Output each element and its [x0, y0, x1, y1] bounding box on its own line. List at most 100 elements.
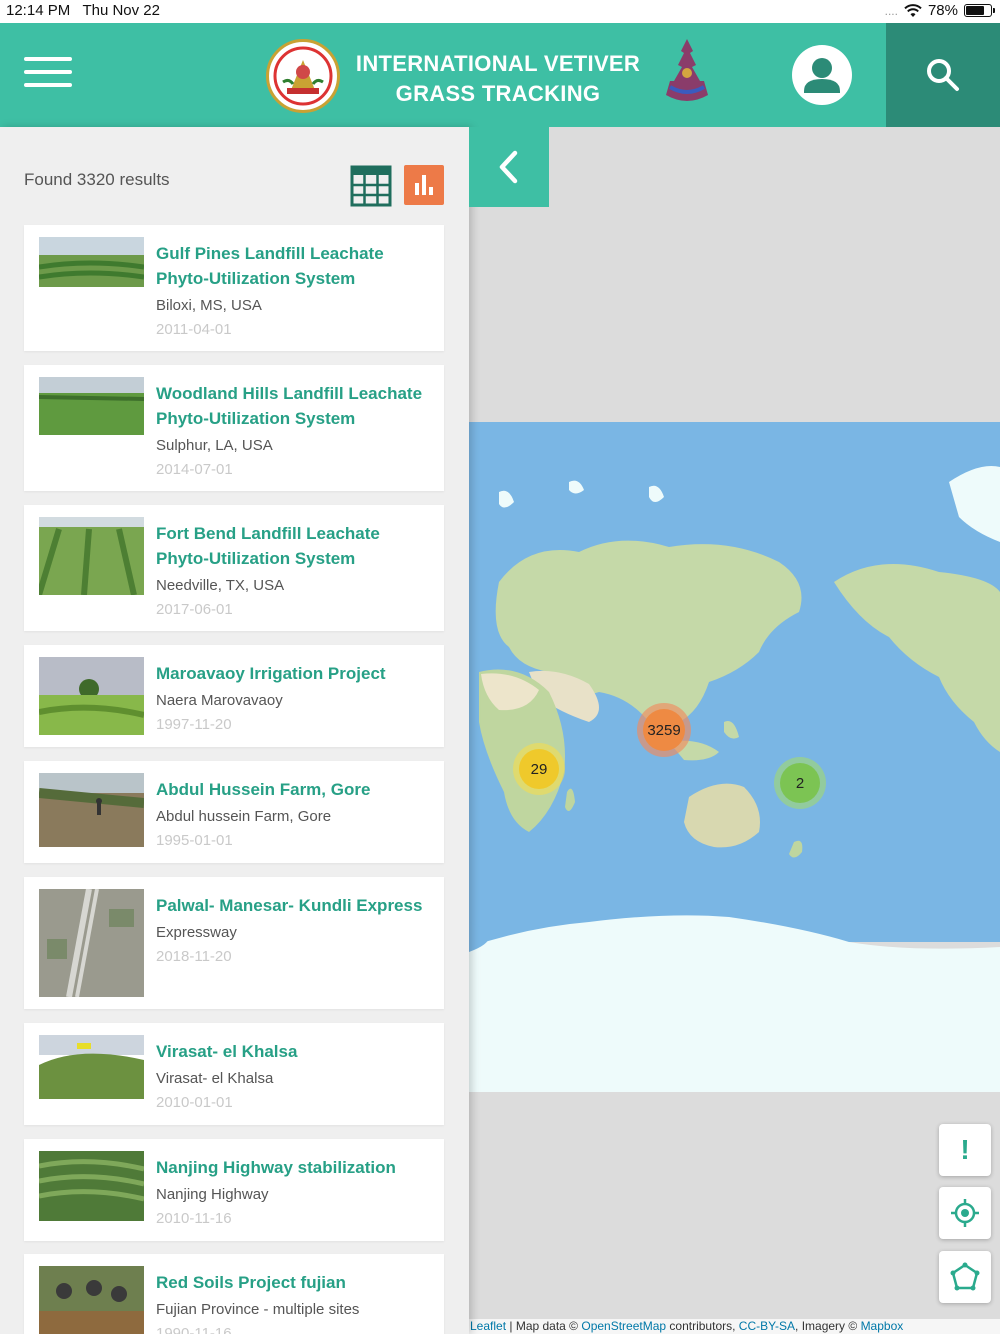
result-title: Fort Bend Landfill Leachate Phyto-Utiliz…: [156, 521, 436, 621]
result-title-text: Nanjing Highway stabilization: [156, 1158, 396, 1177]
result-card[interactable]: Gulf Pines Landfill Leachate Phyto-Utili…: [24, 225, 444, 351]
royal-emblem-logo-icon: [266, 39, 340, 113]
result-title: Palwal- Manesar- Kundli Express Expressw…: [156, 893, 436, 968]
search-button[interactable]: [886, 23, 1000, 127]
status-date: Thu Nov 22: [82, 2, 160, 19]
polygon-draw-icon: [950, 1262, 980, 1291]
result-title-text: Fort Bend Landfill Leachate Phyto-Utiliz…: [156, 524, 380, 568]
collapse-panel-button[interactable]: [469, 127, 549, 207]
exclamation-icon: !: [960, 1134, 970, 1165]
result-card[interactable]: Red Soils Project fujian Fujian Province…: [24, 1254, 444, 1334]
world-map[interactable]: 3259 29 2 ! Leaflet | Map data © OpenStr…: [469, 127, 1000, 1334]
result-title: Abdul Hussein Farm, Gore Abdul hussein F…: [156, 777, 436, 852]
result-title-text: Palwal- Manesar- Kundli Express: [156, 896, 423, 915]
result-title-text: Woodland Hills Landfill Leachate Phyto-U…: [156, 384, 423, 428]
result-date: 2017-06-01: [156, 601, 233, 618]
app-title: INTERNATIONAL VETIVER GRASS TRACKING: [350, 49, 646, 109]
user-icon: [804, 58, 840, 93]
result-title-text: Abdul Hussein Farm, Gore: [156, 780, 371, 799]
search-icon: [927, 59, 959, 91]
user-profile-button[interactable]: [792, 45, 852, 105]
result-location: Virasat- el Khalsa: [156, 1070, 274, 1087]
result-location: Nanjing Highway: [156, 1186, 269, 1203]
attribution-text: , Imagery ©: [795, 1319, 861, 1333]
battery-icon: [964, 4, 995, 17]
battery-percent: 78%: [927, 2, 958, 19]
result-location: Sulphur, LA, USA: [156, 437, 273, 454]
attribution-text: | Map data ©: [506, 1319, 582, 1333]
site-thumbnail: [39, 889, 144, 997]
site-thumbnail: [39, 377, 144, 435]
openstreetmap-link[interactable]: OpenStreetMap: [581, 1319, 666, 1333]
map-cluster-3259[interactable]: 3259: [637, 703, 691, 757]
bar-chart-icon: [415, 175, 433, 195]
result-location: Needville, TX, USA: [156, 577, 285, 594]
result-date: 2014-07-01: [156, 461, 233, 478]
wifi-icon: [904, 3, 922, 17]
result-title-text: Gulf Pines Landfill Leachate Phyto-Utili…: [156, 244, 384, 288]
menu-line-icon: [24, 83, 72, 87]
result-title: Gulf Pines Landfill Leachate Phyto-Utili…: [156, 241, 436, 341]
hamburger-menu-button[interactable]: [24, 57, 72, 93]
result-title: Nanjing Highway stabilization Nanjing Hi…: [156, 1155, 436, 1230]
result-title: Red Soils Project fujian Fujian Province…: [156, 1270, 436, 1334]
status-bar: 12:14 PM Thu Nov 22 .... 78%: [0, 0, 1000, 23]
result-location: Fujian Province - multiple sites: [156, 1301, 360, 1318]
site-thumbnail: [39, 773, 144, 847]
attribution-text: contributors,: [666, 1319, 739, 1333]
crest-logo-icon: [660, 37, 714, 107]
map-cluster-2[interactable]: 2: [774, 757, 826, 809]
status-right: .... 78%: [884, 2, 995, 19]
result-card[interactable]: Nanjing Highway stabilization Nanjing Hi…: [24, 1139, 444, 1241]
map-cluster-29[interactable]: 29: [513, 743, 565, 795]
app-title-line2: GRASS TRACKING: [395, 81, 601, 106]
result-date: 1997-11-20: [156, 716, 232, 733]
result-card[interactable]: Maroavaoy Irrigation Project Naera Marov…: [24, 645, 444, 747]
result-card[interactable]: Fort Bend Landfill Leachate Phyto-Utiliz…: [24, 505, 444, 631]
draw-polygon-button[interactable]: [939, 1251, 991, 1303]
site-thumbnail: [39, 657, 144, 735]
map-cluster-label: 2: [780, 763, 820, 803]
results-panel[interactable]: Found 3320 results Gulf Pines Landfill L…: [0, 127, 469, 1334]
menu-line-icon: [24, 57, 72, 61]
license-link[interactable]: CC-BY-SA: [739, 1319, 795, 1333]
result-card[interactable]: Palwal- Manesar- Kundli Express Expressw…: [24, 877, 444, 1009]
result-date: 1990-11-16: [156, 1325, 232, 1334]
chevron-left-icon: [499, 150, 518, 184]
result-location: Naera Marovavaoy: [156, 692, 283, 709]
result-title-text: Maroavaoy Irrigation Project: [156, 664, 386, 683]
result-date: 2010-01-01: [156, 1094, 233, 1111]
result-location: Biloxi, MS, USA: [156, 297, 262, 314]
result-date: 1995-01-01: [156, 832, 233, 849]
result-date: 2011-04-01: [156, 321, 232, 338]
table-view-button[interactable]: [350, 165, 392, 207]
result-card[interactable]: Virasat- el Khalsa Virasat- el Khalsa 20…: [24, 1023, 444, 1125]
results-count: Found 3320 results: [24, 170, 170, 189]
result-date: 2010-11-16: [156, 1210, 232, 1227]
site-thumbnail: [39, 517, 144, 595]
site-thumbnail: [39, 1266, 144, 1334]
result-date: 2018-11-20: [156, 948, 232, 965]
status-time: 12:14 PM: [6, 2, 71, 19]
alert-button[interactable]: !: [939, 1124, 991, 1176]
result-card[interactable]: Abdul Hussein Farm, Gore Abdul hussein F…: [24, 761, 444, 863]
result-title-text: Red Soils Project fujian: [156, 1273, 346, 1292]
result-title: Maroavaoy Irrigation Project Naera Marov…: [156, 661, 436, 736]
status-time-date: 12:14 PM Thu Nov 22: [6, 2, 160, 19]
site-thumbnail: [39, 1035, 144, 1099]
signal-dots: ....: [884, 3, 898, 18]
crosshair-locate-icon: [951, 1199, 979, 1227]
leaflet-link[interactable]: Leaflet: [470, 1319, 506, 1333]
result-title: Virasat- el Khalsa Virasat- el Khalsa 20…: [156, 1039, 436, 1114]
map-cluster-label: 29: [519, 749, 559, 789]
result-card[interactable]: Woodland Hills Landfill Leachate Phyto-U…: [24, 365, 444, 491]
map-cluster-label: 3259: [643, 709, 685, 751]
chart-view-button[interactable]: [404, 165, 444, 205]
result-title-text: Virasat- el Khalsa: [156, 1042, 298, 1061]
mapbox-link[interactable]: Mapbox: [861, 1319, 904, 1333]
app-header: INTERNATIONAL VETIVER GRASS TRACKING: [0, 23, 1000, 127]
result-title: Woodland Hills Landfill Leachate Phyto-U…: [156, 381, 436, 481]
locate-me-button[interactable]: [939, 1187, 991, 1239]
table-grid-icon: [350, 165, 392, 207]
result-location: Expressway: [156, 924, 237, 941]
